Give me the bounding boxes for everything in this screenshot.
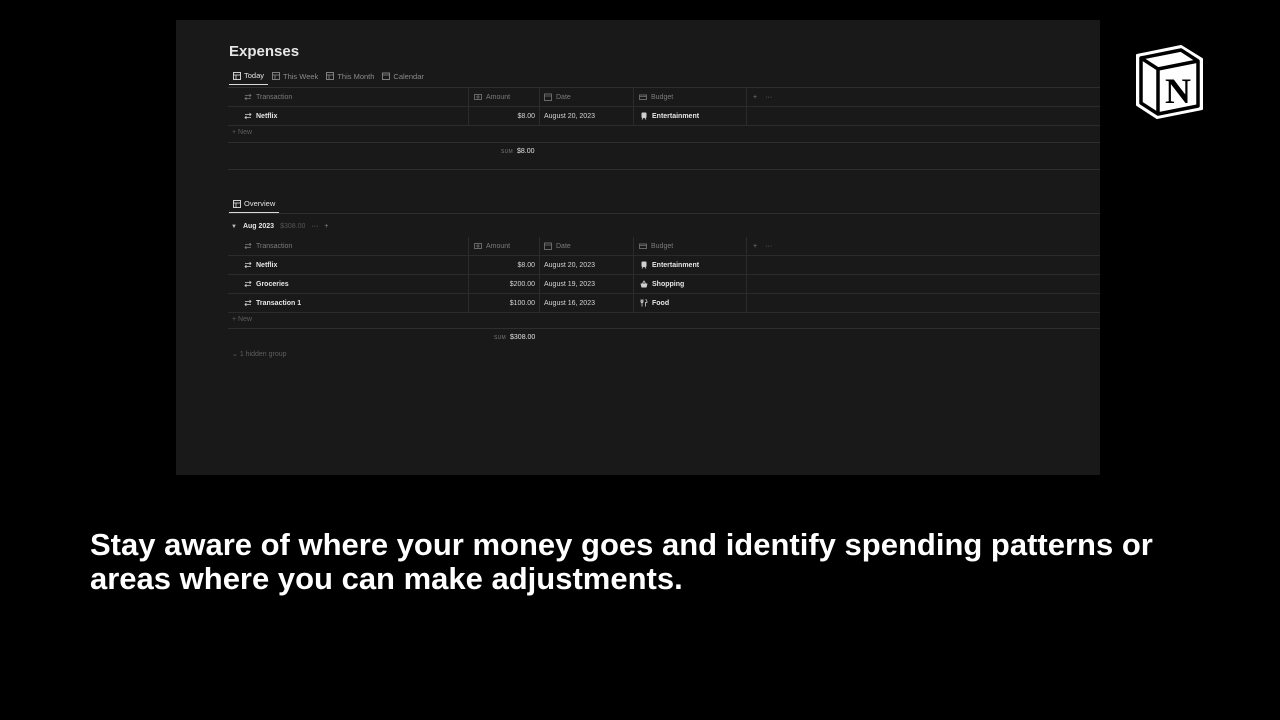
more-icon[interactable]: ··· (765, 94, 772, 101)
tab-label: This Month (337, 71, 375, 81)
sum-readout: SUM $8.00 (501, 148, 535, 155)
new-row-button[interactable]: + New (232, 316, 252, 323)
page-title: Expenses (229, 43, 300, 60)
column-actions: + ··· (746, 237, 772, 255)
divider (228, 328, 1100, 329)
caption-text: Stay aware of where your money goes and … (90, 527, 1153, 596)
column-budget[interactable]: Budget (633, 237, 673, 255)
column-transaction[interactable]: Transaction (244, 88, 292, 106)
overview-tabs: Overview (229, 199, 280, 213)
train-icon (641, 112, 647, 120)
column-date[interactable]: Date (539, 88, 571, 106)
transaction-cell[interactable]: Netflix (244, 107, 277, 125)
train-icon (641, 261, 647, 269)
tab-label: Today (244, 71, 265, 80)
transaction-cell[interactable]: Groceries (244, 275, 289, 293)
date-cell[interactable]: August 20, 2023 (539, 107, 595, 125)
tab-this-week[interactable]: This Week (268, 71, 322, 85)
divider (228, 169, 1100, 170)
hidden-group-toggle[interactable]: ⌄ 1 hidden group (232, 350, 287, 358)
swap-icon (244, 93, 252, 101)
triangle-down-icon[interactable]: ▼ (231, 224, 237, 230)
more-icon[interactable]: ··· (311, 223, 318, 230)
column-amount[interactable]: Amount (468, 88, 510, 106)
tab-calendar[interactable]: Calendar (378, 71, 427, 85)
column-transaction[interactable]: Transaction (244, 237, 292, 255)
budget-cell[interactable]: Shopping (633, 275, 684, 293)
empty-cell (746, 107, 747, 125)
table-icon (233, 199, 241, 208)
chevron-down-icon: ⌄ (232, 351, 240, 358)
swap-icon (244, 299, 252, 307)
swap-icon (244, 261, 252, 269)
transaction-cell[interactable]: Transaction 1 (244, 294, 301, 312)
calendar-icon (544, 242, 552, 250)
tab-overview[interactable]: Overview (229, 199, 280, 213)
wallet-icon (639, 94, 647, 100)
tab-this-month[interactable]: This Month (322, 71, 378, 85)
money-icon (474, 94, 482, 100)
calendar-icon (544, 93, 552, 101)
empty-cell (746, 275, 747, 293)
amount-cell[interactable]: $8.00 (468, 256, 535, 274)
tab-today[interactable]: Today (229, 71, 269, 85)
table-header: Transaction Amount Date Budget + ··· (228, 88, 1100, 107)
amount-cell[interactable]: $100.00 (468, 294, 535, 312)
budget-cell[interactable]: Entertainment (633, 256, 699, 274)
new-row-button[interactable]: + New (232, 129, 252, 136)
table-row[interactable]: Netflix $8.00 August 20, 2023 Entertainm… (228, 256, 1100, 275)
svg-text:N: N (1165, 71, 1191, 111)
date-cell[interactable]: August 19, 2023 (539, 275, 595, 293)
empty-cell (746, 256, 747, 274)
group-header[interactable]: ▼ Aug 2023 $308.00 ··· + (231, 223, 328, 230)
date-cell[interactable]: August 16, 2023 (539, 294, 595, 312)
plus-icon[interactable]: + (324, 223, 328, 230)
date-cell[interactable]: August 20, 2023 (539, 256, 595, 274)
empty-cell (746, 294, 747, 312)
overview-divider (228, 213, 1100, 214)
notion-logo: N (1136, 45, 1203, 119)
more-icon[interactable]: ··· (765, 243, 772, 250)
column-actions: + ··· (746, 88, 772, 106)
notion-screenshot: Expenses Today This Week This Month Cale… (176, 20, 1100, 475)
table-row[interactable]: Groceries $200.00 August 19, 2023 Shoppi… (228, 275, 1100, 294)
money-icon (474, 243, 482, 249)
fork-knife-icon (640, 299, 648, 307)
view-tabs: Today This Week This Month Calendar (229, 71, 428, 85)
table-icon (272, 72, 280, 80)
column-amount[interactable]: Amount (468, 237, 510, 255)
basket-icon (640, 280, 648, 288)
calendar-icon (382, 72, 391, 80)
group-total: $308.00 (280, 223, 306, 230)
swap-icon (244, 242, 252, 250)
divider (228, 142, 1100, 143)
transaction-cell[interactable]: Netflix (244, 256, 277, 274)
column-budget[interactable]: Budget (633, 88, 673, 106)
add-column-icon[interactable]: + (753, 94, 757, 101)
swap-icon (244, 112, 252, 120)
table-row[interactable]: Transaction 1 $100.00 August 16, 2023 Fo… (228, 294, 1100, 313)
budget-cell[interactable]: Entertainment (633, 107, 699, 125)
table-row[interactable]: Netflix $8.00 August 20, 2023 Entertainm… (228, 107, 1100, 126)
tab-label: This Week (283, 71, 319, 81)
amount-cell[interactable]: $8.00 (468, 107, 535, 125)
swap-icon (244, 280, 252, 288)
column-date[interactable]: Date (539, 237, 571, 255)
group-name: Aug 2023 (242, 223, 275, 230)
table-header: Transaction Amount Date Budget + ··· (228, 237, 1100, 256)
add-column-icon[interactable]: + (753, 243, 757, 250)
table-icon (326, 72, 335, 80)
wallet-icon (639, 243, 647, 249)
table-icon (233, 71, 241, 80)
tab-label: Calendar (393, 71, 424, 81)
budget-cell[interactable]: Food (633, 294, 669, 312)
amount-cell[interactable]: $200.00 (468, 275, 535, 293)
sum-readout: SUM $308.00 (494, 334, 536, 341)
